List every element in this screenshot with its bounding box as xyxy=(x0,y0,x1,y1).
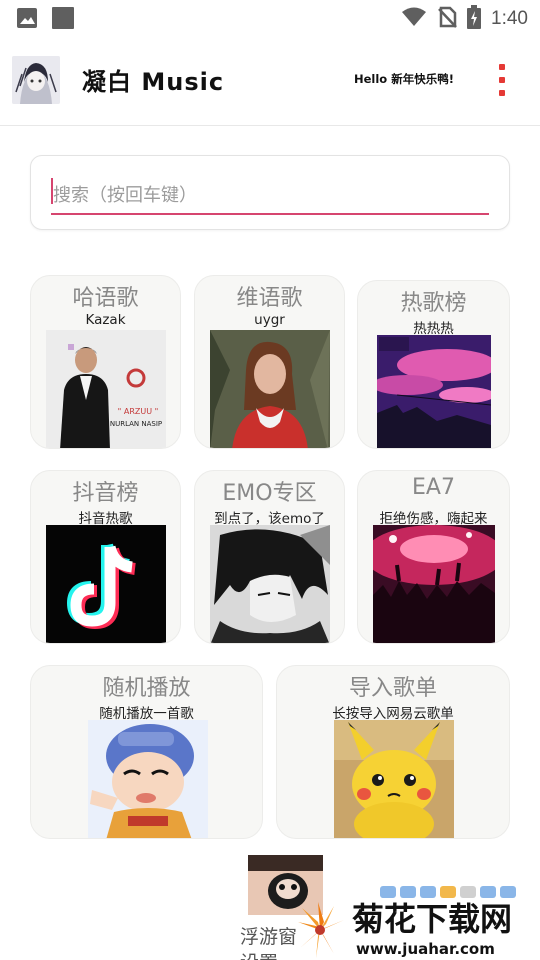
watermark-logo: 菊花下载网 www.juahar.com xyxy=(290,872,540,960)
app-header: 凝白 Music Hello 新年快乐鸭! xyxy=(0,36,540,126)
tile-title: 随机播放 xyxy=(102,676,191,701)
watermark-url: www.juahar.com xyxy=(356,940,495,958)
category-tile-douyin[interactable]: 抖音榜 抖音热歌 xyxy=(30,470,181,644)
cartoon-boy-image xyxy=(88,720,208,838)
singer-cover-image: " ARZUU " NURLAN NASIP xyxy=(46,330,166,448)
clock: 1:40 xyxy=(491,8,528,29)
watermark-brand: 菊花下载网 xyxy=(352,900,512,938)
pink-sky-art-image xyxy=(377,335,491,448)
search-input[interactable] xyxy=(51,176,489,214)
status-bar: 1:40 xyxy=(0,0,540,36)
tile-subtitle: 抖音热歌 xyxy=(78,511,133,527)
girl-photo-image xyxy=(210,330,330,448)
text-cursor xyxy=(51,178,53,204)
more-vert-icon[interactable] xyxy=(496,64,508,96)
tiktok-logo-icon xyxy=(46,525,166,643)
search-underline xyxy=(51,213,489,215)
greeting-text: Hello 新年快乐鸭! xyxy=(354,72,454,86)
category-tile-ea7[interactable]: EA7 拒绝伤感，嗨起来 xyxy=(357,470,510,644)
search-card xyxy=(30,155,510,230)
tile-title: 维语歌 xyxy=(236,286,303,311)
concert-crowd-image xyxy=(373,525,495,643)
floating-window-label-line2: 设置 xyxy=(240,950,297,960)
tile-title: 抖音榜 xyxy=(72,481,139,506)
battery-charging-icon xyxy=(467,5,482,33)
photo-icon xyxy=(16,7,38,29)
square-icon xyxy=(52,7,74,29)
album-name: " ARZUU " xyxy=(118,407,159,416)
emo-anime-boy-image xyxy=(210,525,330,643)
tile-subtitle: 拒绝伤感，嗨起来 xyxy=(379,511,488,527)
tile-subtitle: 热热热 xyxy=(413,321,454,337)
category-tile-import[interactable]: 导入歌单 长按导入网易云歌单 xyxy=(276,665,510,839)
category-tile-hot[interactable]: 热歌榜 热热热 xyxy=(357,280,510,449)
category-tile-kazak[interactable]: 哈语歌 Kazak " ARZUU " NURLAN NASIP xyxy=(30,275,181,449)
wifi-icon xyxy=(401,6,427,32)
tile-title: EA7 xyxy=(412,475,455,500)
floating-window-label[interactable]: 浮游窗 设置 xyxy=(240,924,297,960)
tile-title: 哈语歌 xyxy=(72,286,139,311)
tile-title: EMO专区 xyxy=(222,481,317,506)
tile-title: 热歌榜 xyxy=(400,291,467,316)
category-tile-emo[interactable]: EMO专区 到点了，该emo了 xyxy=(194,470,345,644)
category-tile-random[interactable]: 随机播放 随机播放一首歌 xyxy=(30,665,263,839)
tile-subtitle: 随机播放一首歌 xyxy=(99,706,194,722)
app-title: 凝白 Music xyxy=(82,68,225,96)
artist-name: NURLAN NASIP xyxy=(110,420,162,428)
category-tile-uygr[interactable]: 维语歌 uygr xyxy=(194,275,345,449)
tile-subtitle: Kazak xyxy=(85,312,126,328)
pikachu-image xyxy=(334,720,454,838)
floating-window-label-line1: 浮游窗 xyxy=(240,926,298,948)
avatar[interactable] xyxy=(12,56,60,104)
tile-title: 导入歌单 xyxy=(348,676,437,701)
tile-subtitle: 长按导入网易云歌单 xyxy=(332,706,454,722)
tile-subtitle: uygr xyxy=(254,312,285,328)
no-sim-icon xyxy=(437,6,457,32)
tile-subtitle: 到点了，该emo了 xyxy=(214,511,325,527)
